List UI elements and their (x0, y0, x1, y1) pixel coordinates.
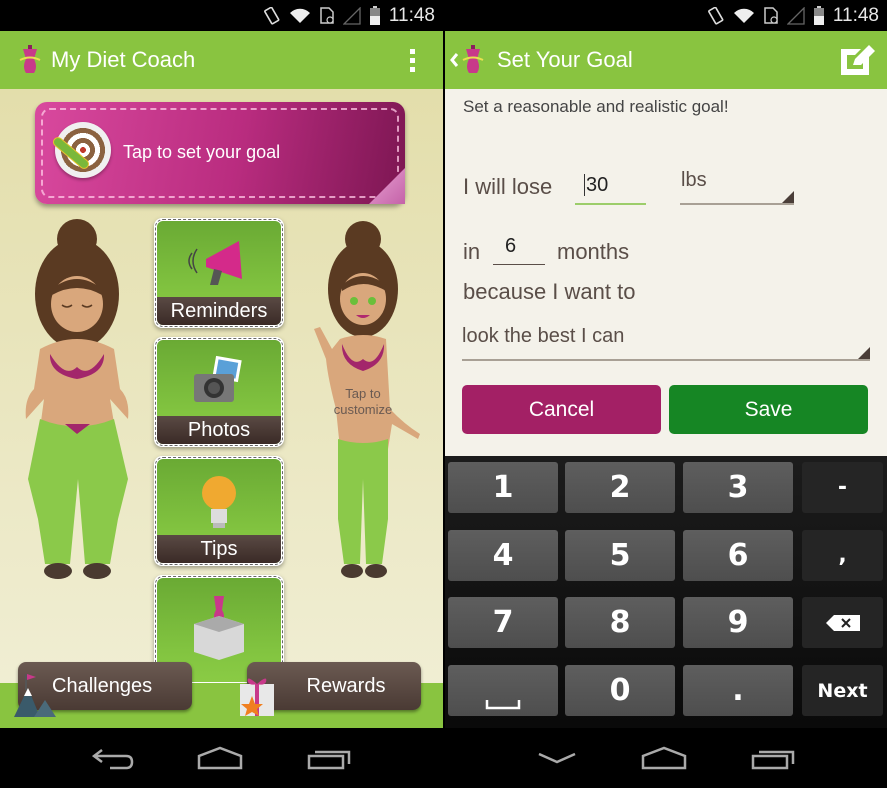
key-4[interactable]: 4 (448, 530, 558, 581)
home-nav-icon[interactable] (197, 746, 243, 770)
lose-prefix-label: I will lose (463, 174, 553, 199)
key-1[interactable]: 1 (448, 462, 558, 513)
action-bar: Set Your Goal (445, 31, 887, 89)
avatar-before-figure (25, 219, 129, 579)
back-nav-icon[interactable] (91, 746, 134, 770)
key-3[interactable]: 3 (683, 462, 793, 513)
key-9[interactable]: 9 (683, 597, 793, 648)
page-curl-decoration (369, 168, 405, 204)
reason-dropdown[interactable]: look the best I can (462, 325, 870, 361)
back-chevron-icon (450, 53, 459, 67)
dropdown-arrow-icon (858, 347, 870, 359)
sim-icon (320, 7, 334, 24)
home-content: Tap to set your goal Tap to customize Re… (0, 89, 443, 729)
goal-form: Set a reasonable and realistic goal! I w… (445, 89, 887, 456)
recents-nav-icon[interactable] (307, 746, 351, 770)
home-nav-icon[interactable] (641, 746, 687, 770)
status-bar: 11:48 (445, 0, 887, 31)
signal-icon (342, 6, 361, 25)
months-label: months (557, 239, 630, 264)
tips-tile[interactable]: Tips (154, 456, 284, 566)
because-label: because I want to (463, 279, 636, 304)
tips-label: Tips (157, 535, 281, 563)
diet-coach-home-screen: 11:48 My Diet Coach Tap to set your goal (0, 0, 443, 788)
in-label: in (463, 239, 481, 264)
photos-label: Photos (157, 416, 281, 444)
key-next[interactable]: Next (802, 665, 883, 716)
key-0[interactable]: 0 (565, 665, 675, 716)
save-button[interactable]: Save (669, 385, 868, 434)
reminders-tile[interactable]: Reminders (154, 218, 284, 328)
reminders-label: Reminders (157, 297, 281, 325)
sim-icon (764, 7, 778, 24)
wifi-icon (733, 8, 754, 23)
lose-amount-input[interactable]: 30 (575, 174, 646, 205)
set-goal-label: Tap to set your goal (123, 142, 281, 162)
key-6[interactable]: 6 (683, 530, 793, 581)
key-backspace[interactable] (802, 597, 883, 648)
system-nav-bar (0, 728, 443, 788)
key-2[interactable]: 2 (565, 462, 675, 513)
system-nav-bar (445, 728, 887, 788)
key-comma[interactable]: , (802, 530, 883, 581)
photos-tile[interactable]: Photos (154, 337, 284, 447)
lightbulb-icon (202, 476, 236, 528)
key-5[interactable]: 5 (565, 530, 675, 581)
goal-subtitle: Set a reasonable and realistic goal! (463, 97, 729, 116)
space-icon (485, 699, 521, 709)
megaphone-icon (188, 241, 242, 285)
app-logo-icon (462, 45, 484, 73)
status-bar: 11:48 (0, 0, 443, 31)
rotate-icon (707, 6, 724, 24)
gift-star-icon (240, 678, 274, 716)
overflow-menu-icon[interactable] (410, 48, 415, 72)
battery-icon (369, 6, 380, 25)
status-time: 11:48 (388, 4, 435, 26)
key-space[interactable] (448, 665, 558, 716)
app-logo-icon (19, 45, 41, 73)
back-button[interactable] (449, 45, 485, 75)
dropdown-arrow-icon (782, 191, 794, 203)
hide-keyboard-nav-icon[interactable] (537, 750, 577, 766)
signal-icon (786, 6, 805, 25)
key-minus[interactable]: - (802, 462, 883, 513)
numeric-keyboard: 1 2 3 - 4 5 6 , 7 8 9 0 . Next (445, 456, 887, 728)
key-8[interactable]: 8 (565, 597, 675, 648)
tap-to-customize-hint[interactable]: Tap to customize (318, 386, 408, 418)
edit-icon[interactable] (841, 45, 875, 75)
battery-icon (813, 6, 824, 25)
status-time: 11:48 (832, 4, 879, 26)
set-goal-screen: 11:48 Set Your Goal Set a reasonable and… (445, 0, 887, 788)
target-dart-icon (50, 122, 111, 178)
screen-title: Set Your Goal (497, 47, 633, 72)
recents-nav-icon[interactable] (751, 746, 795, 770)
cancel-button[interactable]: Cancel (462, 385, 661, 434)
unit-dropdown[interactable]: lbs (680, 169, 794, 205)
app-title: My Diet Coach (51, 47, 196, 72)
key-7[interactable]: 7 (448, 597, 558, 648)
rotate-icon (263, 6, 280, 24)
wifi-icon (289, 8, 310, 23)
action-bar: My Diet Coach (0, 31, 443, 89)
gift-box-icon (194, 596, 244, 660)
months-input[interactable]: 6 (493, 235, 545, 265)
set-goal-banner[interactable]: Tap to set your goal (35, 102, 405, 204)
mountain-flag-icon (14, 674, 56, 717)
camera-icon (194, 355, 242, 402)
key-period[interactable]: . (683, 665, 793, 716)
backspace-icon (825, 614, 860, 631)
